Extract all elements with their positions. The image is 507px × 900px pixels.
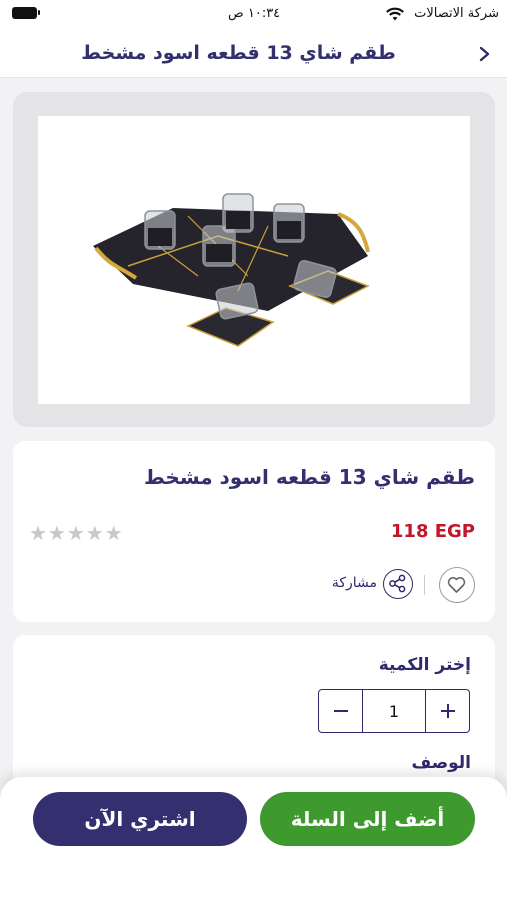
add-to-cart-button[interactable]: أضف إلى السلة bbox=[260, 792, 475, 846]
heart-icon bbox=[447, 577, 466, 593]
plus-icon bbox=[440, 704, 455, 718]
increment-button[interactable] bbox=[426, 690, 469, 732]
buy-now-button[interactable]: اشتري الآن bbox=[33, 792, 247, 846]
product-image-card bbox=[13, 92, 495, 427]
divider bbox=[424, 575, 425, 595]
quantity-label: إختر الكمية bbox=[378, 655, 471, 675]
page-title: طقم شاي 13 قطعه اسود مشخط bbox=[81, 42, 396, 64]
nav-bar: طقم شاي 13 قطعه اسود مشخط bbox=[0, 30, 507, 78]
tea-set-illustration bbox=[93, 193, 370, 347]
rating-stars: ★★★★★ bbox=[29, 521, 124, 545]
quantity-stepper: 1 bbox=[318, 689, 470, 733]
favorite-button[interactable] bbox=[439, 567, 475, 603]
battery-icon bbox=[12, 7, 40, 19]
share-button[interactable] bbox=[383, 569, 413, 599]
action-bar: اشتري الآن أضف إلى السلة bbox=[0, 777, 507, 900]
quantity-value[interactable]: 1 bbox=[362, 690, 426, 732]
status-time: ١٠:٣٤ ص bbox=[228, 6, 281, 21]
minus-icon bbox=[333, 710, 348, 712]
description-label: الوصف bbox=[411, 753, 471, 773]
chevron-right-icon[interactable] bbox=[475, 42, 495, 66]
product-info-card: طقم شاي 13 قطعه اسود مشخط 118 EGP ★★★★★ … bbox=[13, 441, 495, 622]
status-bar: ١٠:٣٤ ص شركة الاتصالات bbox=[0, 0, 507, 30]
product-price: 118 EGP bbox=[390, 521, 475, 542]
decrement-button[interactable] bbox=[319, 690, 362, 732]
product-title: طقم شاي 13 قطعه اسود مشخط bbox=[144, 465, 475, 489]
share-icon bbox=[389, 574, 406, 593]
share-label[interactable]: مشاركة bbox=[332, 575, 377, 591]
wifi-icon bbox=[386, 7, 404, 21]
carrier-name: شركة الاتصالات bbox=[414, 6, 499, 21]
product-image[interactable] bbox=[38, 116, 470, 404]
